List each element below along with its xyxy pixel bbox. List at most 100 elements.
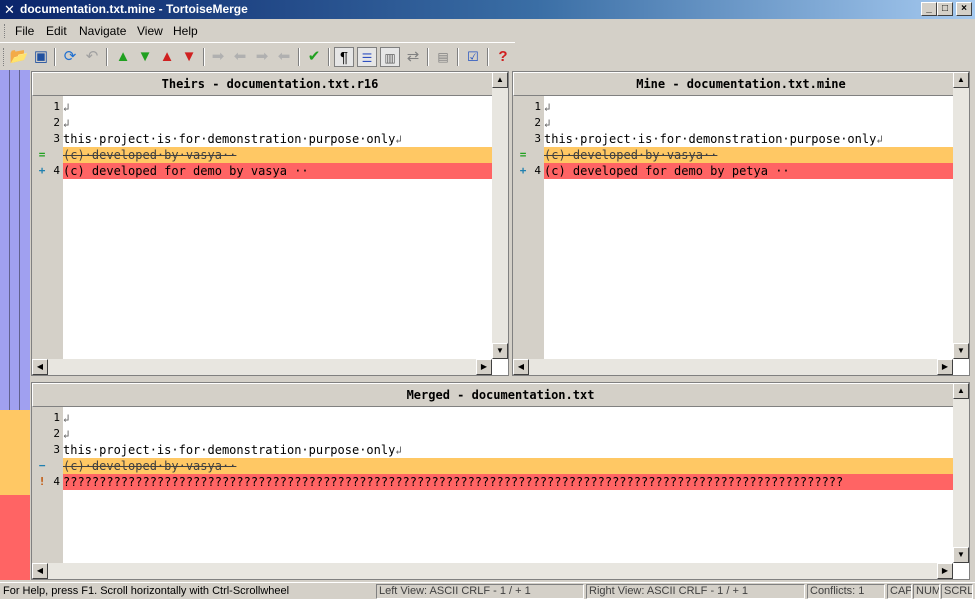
theirs-vertical-scrollbar[interactable]: ▲ ▼ [492,72,508,359]
status-conflicts: Conflicts: 1 [807,584,885,599]
use-theirs-block-icon[interactable]: ➡ [208,47,228,67]
help-icon[interactable]: ? [493,47,513,67]
diff-line[interactable]: 3 this·project·is·for·demonstration·purpo… [534,131,953,147]
next-diff-icon[interactable]: ▼ [135,47,155,67]
line-text: (c)·developed·by·vasya·· [544,148,718,162]
menu-view[interactable]: View [137,24,163,38]
equal-marker-icon: = [38,148,46,161]
menu-navigate[interactable]: Navigate [79,24,126,38]
scroll-down-button[interactable]: ▼ [492,343,508,359]
scroll-up-button[interactable]: ▲ [492,72,508,88]
scroll-up-button[interactable]: ▲ [953,72,969,88]
prev-diff-icon[interactable]: ▲ [113,47,133,67]
theirs-horizontal-scrollbar[interactable]: ◀ ▶ [32,359,492,375]
theirs-lines: 1 ↲ 2 ↲ 3 this·project·is·for·demonstration·p… [39,99,492,179]
theirs-pane-title: Theirs - documentation.txt.r16 [32,72,508,96]
toolbar-separator [203,48,205,66]
toolbar-separator [328,48,330,66]
mine-horizontal-scrollbar[interactable]: ◀ ▶ [513,359,953,375]
line-number: 3 [53,443,60,456]
added-marker-icon: + [519,164,527,177]
location-bar[interactable] [0,70,30,580]
merged-vertical-scrollbar[interactable]: ▲ ▼ [953,383,969,563]
close-button[interactable]: × [956,2,972,16]
scroll-left-button[interactable]: ◀ [513,359,529,375]
undo-icon[interactable]: ↶ [82,47,102,67]
removed-marker-icon: − [38,459,46,472]
open-icon[interactable]: 📂 [9,47,29,67]
mine-pane[interactable]: Mine - documentation.txt.mine 1 ↲ 2 ↲ 3 this·… [512,71,970,376]
location-strip-deleted [0,410,30,495]
two-pane-view-icon[interactable]: ▥ [380,47,400,67]
menu-bar: File Edit Navigate View Help [0,20,975,41]
line-text: ????????????????????????????????????????… [63,475,844,489]
patch-list-icon[interactable]: ▤ [433,47,453,67]
diff-line[interactable]: 3 this·project·is·for·demonstration·purpo… [53,442,953,458]
one-pane-view-icon[interactable]: ☰ [357,47,377,67]
merged-horizontal-scrollbar[interactable]: ◀ ▶ [32,563,953,579]
title-bar: ✕ documentation.txt.mine - TortoiseMerge… [0,0,975,19]
settings-icon[interactable]: ☑ [463,47,483,67]
diff-line[interactable]: 1 ↲ [53,410,953,426]
diff-line[interactable]: 2 ↲ [53,115,492,131]
scroll-left-button[interactable]: ◀ [32,563,48,579]
menu-file[interactable]: File [15,24,34,38]
window-title: documentation.txt.mine - TortoiseMerge [20,2,248,16]
menu-grip[interactable] [4,24,6,38]
status-scrl: SCRL [941,584,973,599]
mine-vertical-scrollbar[interactable]: ▲ ▼ [953,72,969,359]
next-conflict-icon[interactable]: ▼ [179,47,199,67]
diff-line[interactable]: 2 ↲ [534,115,953,131]
merged-lines: 1 ↲ 2 ↲ 3 this·project·is·for·demonstration·p… [39,410,953,490]
location-strip-left-upper [0,70,10,410]
diff-line[interactable]: 3 this·project·is·for·demonstration·purpo… [53,131,492,147]
mark-resolved-icon[interactable]: ✔ [304,47,324,67]
scroll-left-button[interactable]: ◀ [32,359,48,375]
line-text: (c)·developed·by·vasya·· [63,148,237,162]
menu-help[interactable]: Help [173,24,198,38]
scroll-up-button[interactable]: ▲ [953,383,969,399]
line-end-icon: ↲ [63,117,70,130]
reload-icon[interactable]: ⟳ [60,47,80,67]
maximize-button[interactable]: □ [937,2,953,16]
line-text: this·project·is·for·demonstration·purpos… [63,443,396,457]
status-cap: CAP [887,584,912,599]
line-text: this·project·is·for·demonstration·purpos… [63,132,396,146]
minimize-button[interactable]: _ [921,2,937,16]
scroll-right-button[interactable]: ▶ [937,563,953,579]
merged-pane[interactable]: Merged - documentation.txt 1 ↲ 2 ↲ 3 this·pro… [31,382,970,580]
diff-line[interactable]: 2 ↲ [53,426,953,442]
use-mine-block-icon[interactable]: ⬅ [230,47,250,67]
show-whitespace-icon[interactable]: ¶ [334,47,354,67]
line-end-icon: ↲ [876,133,883,146]
diff-line[interactable]: 4 + (c) developed for demo by petya ·· [520,163,953,179]
line-text: (c) developed for demo by vasya ·· [63,164,309,178]
line-text: (c)·developed·by·vasya·· [63,459,237,473]
tortoisemerge-app-icon[interactable]: ✕ [2,2,17,17]
tortoisemerge-window: ✕ documentation.txt.mine - TortoiseMerge… [0,0,975,599]
use-theirs-then-mine-icon[interactable]: ➡ [252,47,272,67]
theirs-pane[interactable]: Theirs - documentation.txt.r16 1 ↲ 2 ↲ 3 this… [31,71,509,376]
line-number: 2 [534,116,541,129]
scroll-right-button[interactable]: ▶ [476,359,492,375]
scroll-down-button[interactable]: ▼ [953,343,969,359]
swap-views-icon[interactable]: ⇄ [403,47,423,67]
use-mine-then-theirs-icon[interactable]: ⬅ [274,47,294,67]
line-end-icon: ↲ [544,101,551,114]
menu-edit[interactable]: Edit [46,24,67,38]
toolbar-grip[interactable] [3,48,6,66]
line-end-icon: ↲ [63,428,70,441]
prev-conflict-icon[interactable]: ▲ [157,47,177,67]
diff-line[interactable]: 4!??????????????????????????????????????… [39,474,953,490]
added-marker-icon: + [38,164,46,177]
diff-line[interactable]: 1 ↲ [53,99,492,115]
diff-line[interactable]: 4 + (c) developed for demo by vasya ·· [39,163,492,179]
diff-line[interactable]: 1 ↲ [534,99,953,115]
save-icon[interactable]: ▣ [31,47,51,67]
scroll-right-button[interactable]: ▶ [937,359,953,375]
diff-line[interactable]: = (c)·developed·by·vasya·· [520,147,953,163]
scroll-down-button[interactable]: ▼ [953,547,969,563]
status-left-view: Left View: ASCII CRLF - 1 / + 1 [376,584,584,599]
diff-line[interactable]: − (c)·developed·by·vasya·· [39,458,953,474]
diff-line[interactable]: = (c)·developed·by·vasya·· [39,147,492,163]
